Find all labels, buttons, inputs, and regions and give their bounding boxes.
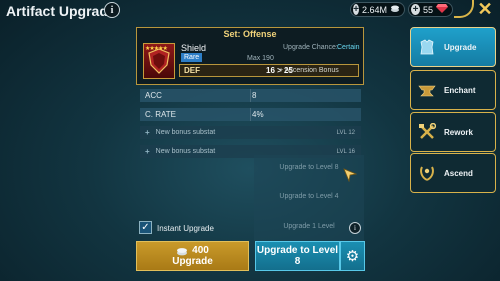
close-button[interactable]: ✕ [474,0,496,19]
dropdown-option[interactable]: Upgrade to Level 4 [254,193,364,200]
hammer-wrench-icon [417,122,437,142]
dropdown-option[interactable]: Upgrade 1 Level [254,223,364,230]
main-stat-row: DEF 16 > 25 + Ascension Bonus [179,64,359,77]
bonus-substat-level: LVL 16 [336,148,355,155]
tab-upgrade[interactable]: Upgrade [410,27,496,67]
silver-resource: + 2.64M [350,2,405,17]
rarity-badge: Rare [181,53,203,62]
upgrade-button-label: Upgrade [172,256,213,267]
substat-value: 4% [252,110,264,119]
substat-name: C. RATE [145,110,176,119]
bonus-substat-label: New bonus substat [155,129,216,136]
gear-icon[interactable]: ⚙ [340,241,365,271]
upgrade-level-label: Upgrade to Level [256,244,339,256]
silver-coins-icon [177,247,188,255]
laurel-icon [417,163,437,183]
artifact-stars: ★★★★★ [145,46,168,52]
tab-enchant[interactable]: Enchant [410,70,496,110]
bonus-substat-level: LVL 12 [336,129,355,136]
bonus-substat-label: New bonus substat [155,148,216,155]
upgrade-chance-value: Certain [337,44,360,51]
header-corner-ornament [454,0,474,18]
artifact-name: Shield [181,43,207,53]
upgrade-to-level-button[interactable]: Upgrade to Level 8 [255,241,340,271]
gem-icon [436,3,448,16]
upgrade-level-target: 8 [294,256,301,267]
plus-icon: + [145,147,150,156]
bonus-substat-row: + New bonus substat LVL 12 [140,126,361,139]
instant-upgrade-label: Instant Upgrade [157,224,214,233]
instant-upgrade-checkbox[interactable]: ✓ [139,221,152,234]
main-stat-name: DEF [184,66,200,75]
add-silver-button[interactable]: + [353,4,359,15]
add-gems-button[interactable]: + [411,4,420,15]
anvil-icon [417,80,437,100]
tab-ascend[interactable]: Ascend [410,153,496,193]
upgrade-cost: 400 [192,245,209,256]
upgrade-chance-label: Upgrade Chance: [283,44,338,51]
page-title: Artifact Upgrade [6,3,116,19]
silver-coins-icon [390,3,400,16]
tab-label: Rework [444,127,473,137]
tab-rework[interactable]: Rework [410,112,496,152]
info-icon[interactable]: i [104,2,120,18]
info-icon[interactable]: i [349,222,361,234]
tab-label: Enchant [444,85,476,95]
tab-label: Ascend [444,168,473,178]
tab-label: Upgrade [444,42,477,52]
substat-name: ACC [145,91,162,100]
substat-row: C. RATE 4% [140,108,361,121]
armor-icon [417,37,437,57]
set-title: Set: Offense [223,29,277,39]
pointer-cursor-icon [343,168,358,185]
plus-icon: + [145,128,150,137]
substat-value: 8 [252,91,257,100]
gems-resource: + 55 [408,2,453,17]
gems-amount: 55 [422,4,433,15]
upgrade-button[interactable]: 400 Upgrade [136,241,249,271]
silver-amount: 2.64M [361,4,387,15]
ascension-bonus-label: + Ascension Bonus [279,67,339,74]
substat-row: ACC 8 [140,89,361,102]
max-value-label: Max 190 [247,55,274,62]
